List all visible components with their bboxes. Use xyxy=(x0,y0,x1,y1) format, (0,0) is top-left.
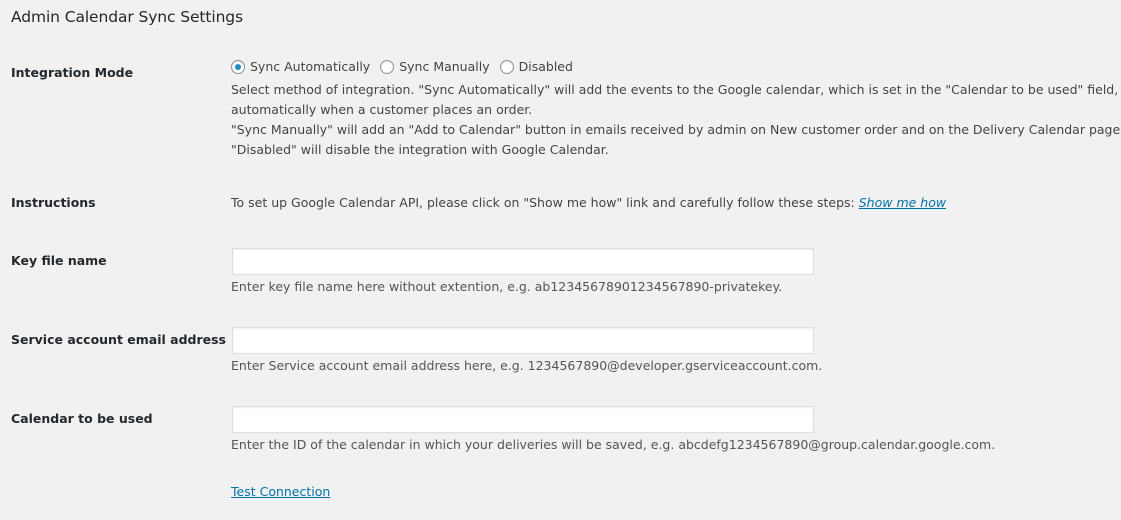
radio-disabled-label: Disabled xyxy=(518,59,573,74)
settings-page: Admin Calendar Sync Settings Integration… xyxy=(0,0,1121,520)
instructions-body: To set up Google Calendar API, please cl… xyxy=(231,195,859,210)
service-account-email-label: Service account email address xyxy=(11,332,226,347)
description-line: automatically when a customer places an … xyxy=(231,102,533,117)
test-connection-link[interactable]: Test Connection xyxy=(231,484,330,499)
radio-unchecked-icon[interactable] xyxy=(380,59,395,74)
page-title: Admin Calendar Sync Settings xyxy=(11,8,244,26)
radio-unchecked-icon[interactable] xyxy=(499,59,514,74)
radio-sync-automatically[interactable]: Sync Automatically xyxy=(231,59,370,74)
calendar-id-help: Enter the ID of the calendar in which yo… xyxy=(231,437,996,452)
calendar-to-be-used-label: Calendar to be used xyxy=(11,411,153,426)
radio-sync-manually[interactable]: Sync Manually xyxy=(380,59,490,74)
service-account-email-help: Enter Service account email address here… xyxy=(231,358,823,373)
integration-mode-radio-group: Sync Automatically Sync Manually Disable… xyxy=(231,59,583,74)
instructions-text: To set up Google Calendar API, please cl… xyxy=(231,193,946,213)
key-file-name-input[interactable] xyxy=(232,248,814,275)
integration-mode-description: Select method of integration. "Sync Auto… xyxy=(231,80,1121,160)
description-line: "Sync Manually" will add an "Add to Cale… xyxy=(231,122,1121,137)
service-account-email-input[interactable] xyxy=(232,327,814,354)
instructions-label: Instructions xyxy=(11,195,96,210)
show-me-how-link[interactable]: Show me how xyxy=(859,195,946,210)
calendar-id-input[interactable] xyxy=(232,406,814,433)
radio-sync-manually-label: Sync Manually xyxy=(399,59,490,74)
integration-mode-label: Integration Mode xyxy=(11,65,134,80)
key-file-name-label: Key file name xyxy=(11,253,107,268)
key-file-name-help: Enter key file name here without extenti… xyxy=(231,279,783,294)
radio-checked-icon[interactable] xyxy=(231,59,245,74)
radio-disabled[interactable]: Disabled xyxy=(499,59,573,74)
description-line: "Disabled" will disable the integration … xyxy=(231,142,609,157)
description-line: Select method of integration. "Sync Auto… xyxy=(231,82,1119,97)
radio-sync-automatically-label: Sync Automatically xyxy=(250,59,371,74)
